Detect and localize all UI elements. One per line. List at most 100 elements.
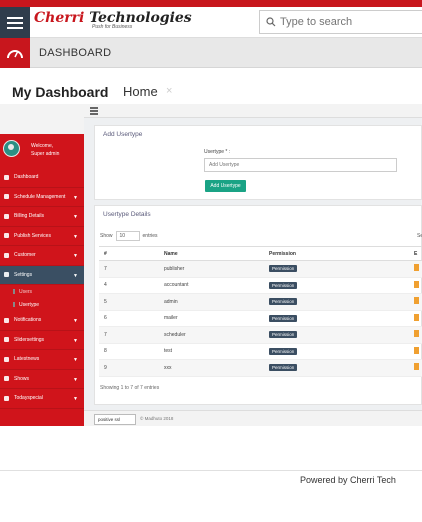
usertype-details-title: Usertype Details xyxy=(103,211,151,218)
content-top-bar xyxy=(84,104,422,118)
page-footer: Powered by Cherri Tech xyxy=(0,470,422,522)
content-footer: positive ssl © Madhuto 2018 xyxy=(84,410,422,426)
image-icon xyxy=(4,337,9,343)
search-box[interactable] xyxy=(259,10,422,34)
show-entries: Show 10 entries xyxy=(100,231,158,241)
sidebar-item-todayspecial[interactable]: Todayspecial ▼ xyxy=(0,389,84,409)
gear-icon xyxy=(4,272,9,278)
permission-button[interactable]: Permission xyxy=(269,265,298,273)
chevron-down-icon: ▼ xyxy=(73,318,78,324)
top-bar: Cherri Technologies Push for Business xyxy=(0,7,422,38)
permission-button[interactable]: Permission xyxy=(269,364,298,372)
users-icon xyxy=(4,252,9,258)
speedometer-icon[interactable] xyxy=(0,38,30,68)
brand-logo[interactable]: Cherri Technologies Push for Business xyxy=(34,10,192,36)
tab-home[interactable]: Home xyxy=(123,84,158,99)
edit-icon[interactable] xyxy=(414,363,419,371)
sidebar-menu: Dashboard Schedule Management ▼ Billing D… xyxy=(0,168,84,409)
usertype-table: # Name Permission E 7 publisher Permission… xyxy=(99,246,422,377)
search-input[interactable] xyxy=(280,16,410,28)
top-accent-strip xyxy=(0,0,422,7)
home-icon xyxy=(4,174,9,180)
tv-icon xyxy=(4,376,9,382)
permission-button[interactable]: Permission xyxy=(269,298,298,306)
person-icon xyxy=(13,289,15,294)
column-header-number[interactable]: # xyxy=(99,246,159,261)
table-info: Showing 1 to 7 of 7 entries xyxy=(100,385,160,391)
column-header-permission[interactable]: Permission xyxy=(264,246,409,261)
chevron-down-icon: ▼ xyxy=(73,253,78,259)
table-row: 5 admin Permission xyxy=(99,293,422,311)
table-row: 8 test Permission xyxy=(99,343,422,360)
entries-select[interactable]: 10 xyxy=(115,231,140,241)
publish-icon xyxy=(4,233,9,239)
sidebar-item-publish[interactable]: Publish Services ▼ xyxy=(0,227,84,246)
permission-button[interactable]: Permission xyxy=(269,281,298,289)
ssl-badge[interactable]: positive ssl xyxy=(94,414,136,425)
chevron-down-icon: ▼ xyxy=(73,337,78,344)
permission-button[interactable]: Permission xyxy=(269,347,298,355)
edit-icon[interactable] xyxy=(414,330,419,338)
powered-by-text: Powered by Cherri Tech xyxy=(300,475,396,485)
edit-icon[interactable] xyxy=(414,313,419,321)
close-tab-icon[interactable]: × xyxy=(166,85,172,97)
chevron-down-icon: ▼ xyxy=(73,214,78,220)
embedded-app-frame: Welcome, Super admin Dashboard Schedule … xyxy=(0,104,422,426)
sidebar-item-shows[interactable]: Shows ▼ xyxy=(0,370,84,389)
news-icon xyxy=(4,356,9,362)
table-row: 9 xxx Permission xyxy=(99,359,422,377)
billing-icon xyxy=(4,213,9,219)
sidebar-item-dashboard[interactable]: Dashboard xyxy=(0,168,84,188)
avatar[interactable] xyxy=(3,140,20,157)
permission-button[interactable]: Permission xyxy=(269,314,298,322)
star-icon xyxy=(4,395,9,401)
edit-icon[interactable] xyxy=(414,346,419,354)
sidebar: Welcome, Super admin Dashboard Schedule … xyxy=(0,104,84,426)
tab-my-dashboard[interactable]: My Dashboard xyxy=(12,84,108,100)
copyright-text: © Madhuto 2018 xyxy=(140,416,174,421)
chevron-down-icon: ▼ xyxy=(73,272,78,279)
edit-icon[interactable] xyxy=(414,264,419,272)
sidebar-item-schedule[interactable]: Schedule Management ▼ xyxy=(0,188,84,207)
chevron-down-icon: ▼ xyxy=(73,194,78,201)
edit-icon[interactable] xyxy=(414,297,419,305)
chevron-down-icon: ▼ xyxy=(73,233,78,240)
table-row: 6 mailer Permission xyxy=(99,310,422,327)
main-content: Add Usertype Usertype * : Add Usertype U… xyxy=(84,104,422,426)
chevron-down-icon: ▼ xyxy=(73,376,78,383)
hamburger-menu-icon[interactable] xyxy=(0,7,30,38)
table-row: 4 accountant Permission xyxy=(99,277,422,294)
dashboard-bar: DASHBOARD xyxy=(0,38,422,68)
chevron-down-icon: ▼ xyxy=(73,357,78,363)
sidebar-subitem-users[interactable]: Users xyxy=(0,285,84,298)
sidebar-item-slidersettings[interactable]: Slidersettings ▼ xyxy=(0,331,84,350)
dashboard-title: DASHBOARD xyxy=(39,47,112,59)
search-icon xyxy=(266,17,276,27)
column-header-edit[interactable]: E xyxy=(409,246,422,261)
sidebar-item-notifications[interactable]: Notifications ▼ xyxy=(0,311,84,331)
sidebar-item-settings[interactable]: Settings ▼ xyxy=(0,265,84,285)
welcome-text: Welcome, xyxy=(31,143,54,149)
sidebar-item-customer[interactable]: Customer ▼ xyxy=(0,246,84,266)
sidebar-item-billing[interactable]: Billing Details ▼ xyxy=(0,207,84,227)
permission-button[interactable]: Permission xyxy=(269,331,298,339)
calendar-icon xyxy=(4,194,9,200)
bell-icon xyxy=(4,317,9,323)
table-row: 7 scheduler Permission xyxy=(99,326,422,344)
chevron-down-icon: ▼ xyxy=(73,396,78,402)
sidebar-item-latestnews[interactable]: Latestnews ▼ xyxy=(0,350,84,370)
table-search-label: Se xyxy=(417,233,422,239)
usertype-input[interactable] xyxy=(204,158,397,172)
edit-icon[interactable] xyxy=(414,280,419,288)
user-name: Super admin xyxy=(31,151,60,157)
column-header-name[interactable]: Name xyxy=(159,246,264,261)
usertype-field-label: Usertype * : xyxy=(204,149,231,155)
table-row: 7 publisher Permission xyxy=(99,260,422,278)
person-icon xyxy=(13,302,15,307)
sidebar-top xyxy=(0,104,84,134)
add-usertype-button[interactable]: Add Usertype xyxy=(205,180,246,192)
add-usertype-title: Add Usertype xyxy=(103,131,143,138)
table-body: 7 publisher Permission 4 accountant Permissi… xyxy=(99,260,422,377)
sidebar-subitem-usertype[interactable]: Usertype xyxy=(0,298,84,311)
menu-toggle-icon[interactable] xyxy=(90,107,98,116)
